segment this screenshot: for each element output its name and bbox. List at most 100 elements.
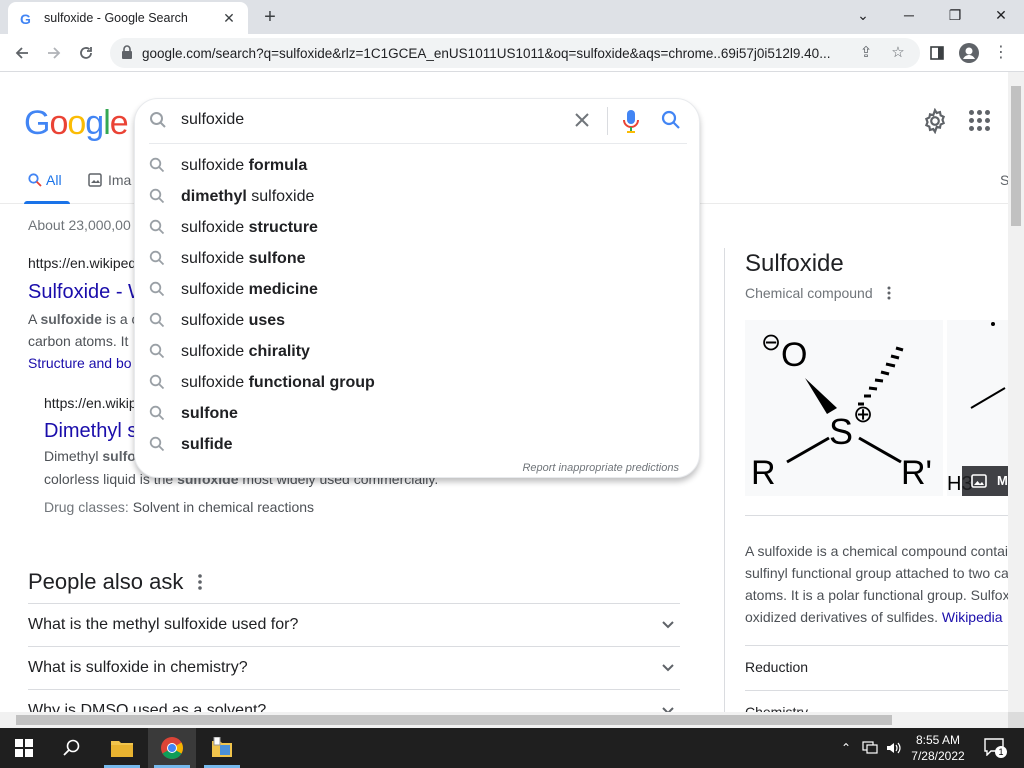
suggestion-item[interactable]: sulfoxide structure [135,212,699,243]
knowledge-panel-attribute[interactable]: Chemistry [745,704,808,712]
chevron-down-icon [662,664,674,672]
paa-question[interactable]: What is the methyl sulfoxide used for? [28,603,680,646]
report-predictions-link[interactable]: Report inappropriate predictions [522,462,679,474]
search-icon [28,173,42,187]
paa-question[interactable]: Why is DMSO used as a solvent? [28,689,680,712]
suggestion-item[interactable]: sulfoxide uses [135,305,699,336]
more-options-icon[interactable] [884,284,894,302]
search-box[interactable]: sulfoxide sulfoxide formula dimethyl sulf… [134,98,700,478]
vertical-scrollbar-thumb[interactable] [1011,86,1021,226]
tab-title: sulfoxide - Google Search [44,11,188,25]
system-clock[interactable]: 8:55 AM 7/28/2022 [902,732,974,764]
search-icon [149,374,165,390]
suggestion-text: sulfoxide sulfone [181,250,306,267]
google-logo[interactable]: Google [24,104,129,143]
volume-icon[interactable] [884,738,904,758]
knowledge-panel-divider [724,248,725,712]
result-1-sitelink[interactable]: Structure and bo [28,352,132,374]
back-arrow-icon [15,47,28,59]
network-icon[interactable] [860,738,880,758]
settings-gear-icon[interactable] [922,108,948,134]
suggestion-item[interactable]: sulfoxide medicine [135,274,699,305]
wikipedia-link[interactable]: Wikipedia [942,609,1003,625]
search-icon [150,112,166,128]
bookmark-star-icon[interactable]: ☆ [888,43,908,63]
suggestion-item[interactable]: sulfone [135,398,699,429]
tab-search-button[interactable]: ⌄ [840,0,886,32]
knowledge-panel-attribute[interactable]: Reduction [745,659,808,675]
clock-date: 7/28/2022 [911,749,965,763]
suggestions-divider [149,143,687,144]
logo-letter: G [24,104,50,142]
profile-avatar-icon[interactable] [958,42,980,64]
active-tab-indicator [24,201,70,204]
chrome-taskbar-button[interactable] [148,728,196,768]
suggestion-text: dimethyl sulfoxide [181,188,315,205]
tab-more-overflow[interactable]: S [1000,172,1008,188]
people-also-ask-title: People also ask [28,569,184,594]
file-manager-app-button[interactable] [198,728,246,768]
tab-all[interactable]: All [28,172,62,188]
tab-images[interactable]: Ima [88,172,131,188]
browser-menu-icon[interactable]: ⋮ [990,42,1012,64]
paa-question[interactable]: What is sulfoxide in chemistry? [28,646,680,689]
search-icon [149,188,165,204]
share-icon[interactable]: ⇪ [856,43,876,63]
result-1-cite[interactable]: https://en.wikiped [28,255,136,271]
sulfoxide-structure-image[interactable]: ⊖ O S ⊕ R R' [745,320,943,496]
restore-button[interactable]: ❐ [932,0,978,32]
logo-letter: g [85,104,104,142]
file-explorer-button[interactable] [98,728,146,768]
search-input[interactable]: sulfoxide [181,111,244,129]
knowledge-panel-separator [745,515,1008,516]
suggestion-item[interactable]: sulfoxide chirality [135,336,699,367]
knowledge-panel-separator [745,690,1008,691]
result-1-title[interactable]: Sulfoxide - W [28,281,147,304]
new-tab-button[interactable]: + [258,6,282,30]
logo-letter: e [109,104,129,142]
suggestion-item[interactable]: sulfoxide sulfone [135,243,699,274]
more-options-icon[interactable] [194,572,206,592]
close-window-button[interactable]: ✕ [978,0,1024,32]
more-images-button[interactable]: M [962,466,1008,496]
browser-tab[interactable]: G sulfoxide - Google Search ✕ [8,2,248,34]
tab-close-icon[interactable]: ✕ [220,9,238,27]
suggestion-item[interactable]: sulfide [135,429,699,460]
search-icon [149,219,165,235]
back-button[interactable] [9,40,35,66]
chevron-down-icon [662,707,674,712]
notifications-button[interactable]: 1 [982,736,1007,760]
chevron-down-icon [662,621,674,629]
plus-charge-label: ⊕ [853,401,873,428]
reload-button[interactable] [73,40,99,66]
side-panel-icon[interactable] [926,42,948,64]
minimize-button[interactable]: ─ [886,0,932,32]
google-apps-icon[interactable] [969,110,991,132]
lock-icon[interactable] [120,44,134,60]
search-submit-icon[interactable] [661,110,681,130]
horizontal-scrollbar-thumb[interactable] [16,715,892,725]
clear-icon[interactable] [571,109,593,131]
address-bar[interactable]: google.com/search?q=sulfoxide&rlz=1C1GCE… [110,38,920,68]
result-2-cite[interactable]: https://en.wikip [44,395,137,411]
suggestion-text: sulfoxide medicine [181,281,318,298]
search-icon [149,281,165,297]
start-button[interactable] [0,728,48,768]
suggestion-item[interactable]: sulfoxide functional group [135,367,699,398]
browser-toolbar: google.com/search?q=sulfoxide&rlz=1C1GCE… [0,34,1024,72]
forward-button[interactable] [41,40,67,66]
show-hidden-icons-icon[interactable]: ⌃ [836,738,856,758]
search-box-separator [607,107,608,135]
taskbar-search-button[interactable] [48,728,96,768]
url-text[interactable]: google.com/search?q=sulfoxide&rlz=1C1GCE… [142,46,852,61]
suggestion-item[interactable]: sulfoxide formula [135,150,699,181]
microphone-icon[interactable] [621,108,641,134]
image-icon [88,173,102,187]
suggestion-item[interactable]: dimethyl sulfoxide [135,181,699,212]
knowledge-panel-subtitle: Chemical compound [745,285,873,301]
vertical-scrollbar[interactable] [1008,72,1024,712]
result-2-drug-classes: Drug classes: Solvent in chemical reacti… [44,499,315,515]
horizontal-scrollbar[interactable] [0,712,1008,728]
result-1-snippet-line-2: carbon atoms. It [28,333,129,349]
result-2-title[interactable]: Dimethyl s [44,420,137,443]
